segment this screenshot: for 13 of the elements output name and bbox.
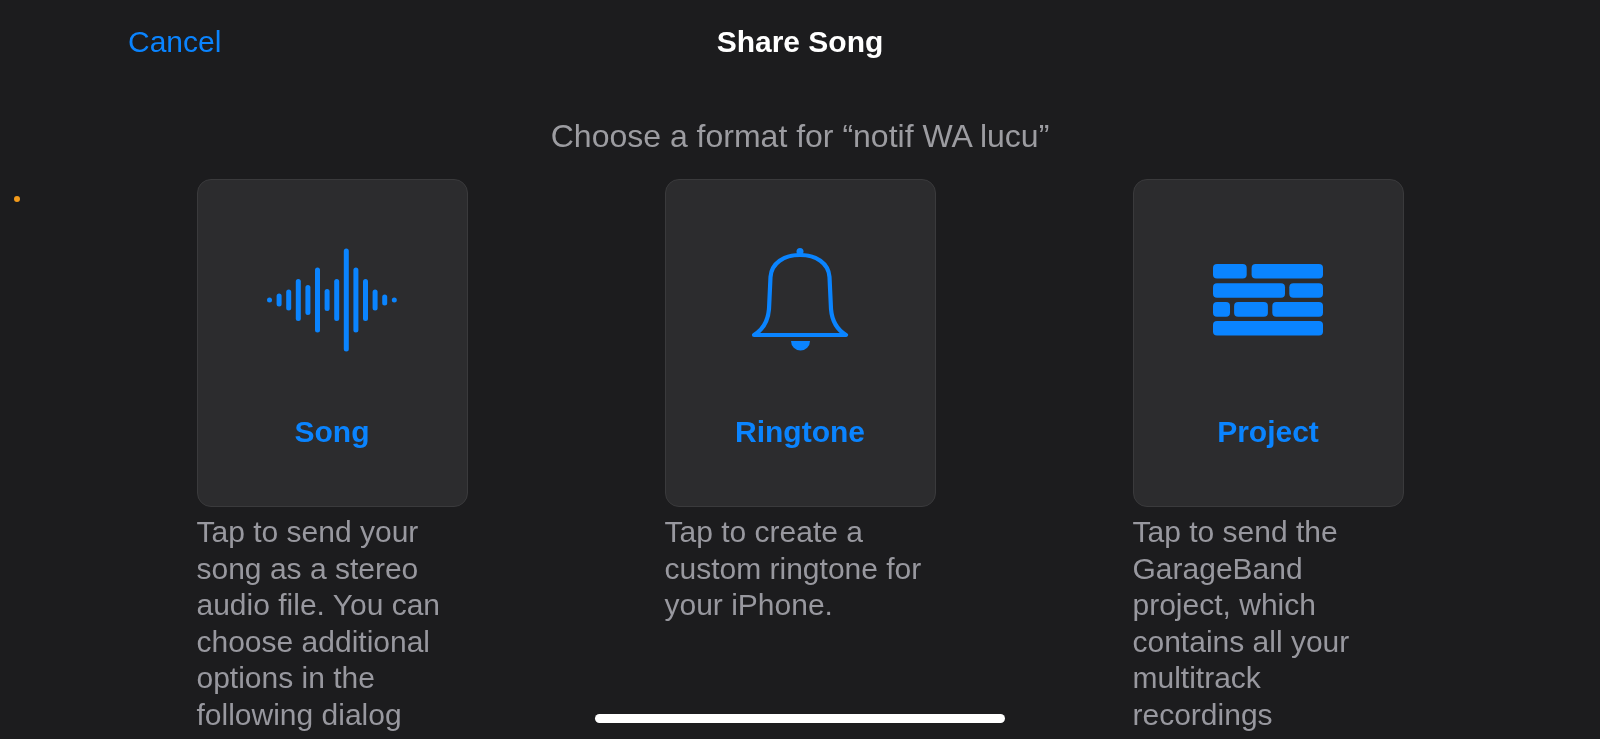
bricks-icon — [1213, 264, 1323, 336]
format-prompt: Choose a format for “notif WA lucu” — [550, 118, 1050, 154]
bell-icon — [750, 247, 850, 353]
format-description: Tap to send your song as a stereo audio file. You can choose additional options in the following dialog — [196, 514, 442, 733]
format-option-button[interactable]: Project — [1132, 179, 1404, 507]
waveform-icon — [267, 248, 397, 352]
cancel-button[interactable]: Cancel — [128, 24, 222, 60]
format-description: Tap to create a custom ringtone for your iPhone. — [664, 514, 923, 623]
format-option-button[interactable]: Ringtone — [664, 179, 936, 507]
sheet-title: Share Song — [716, 24, 884, 60]
privacy-indicator-icon — [14, 196, 20, 202]
format-description: Tap to send the GarageBand project, which contains all your multitrack recordings — [1132, 514, 1351, 733]
format-option-button[interactable]: Song — [196, 179, 468, 507]
